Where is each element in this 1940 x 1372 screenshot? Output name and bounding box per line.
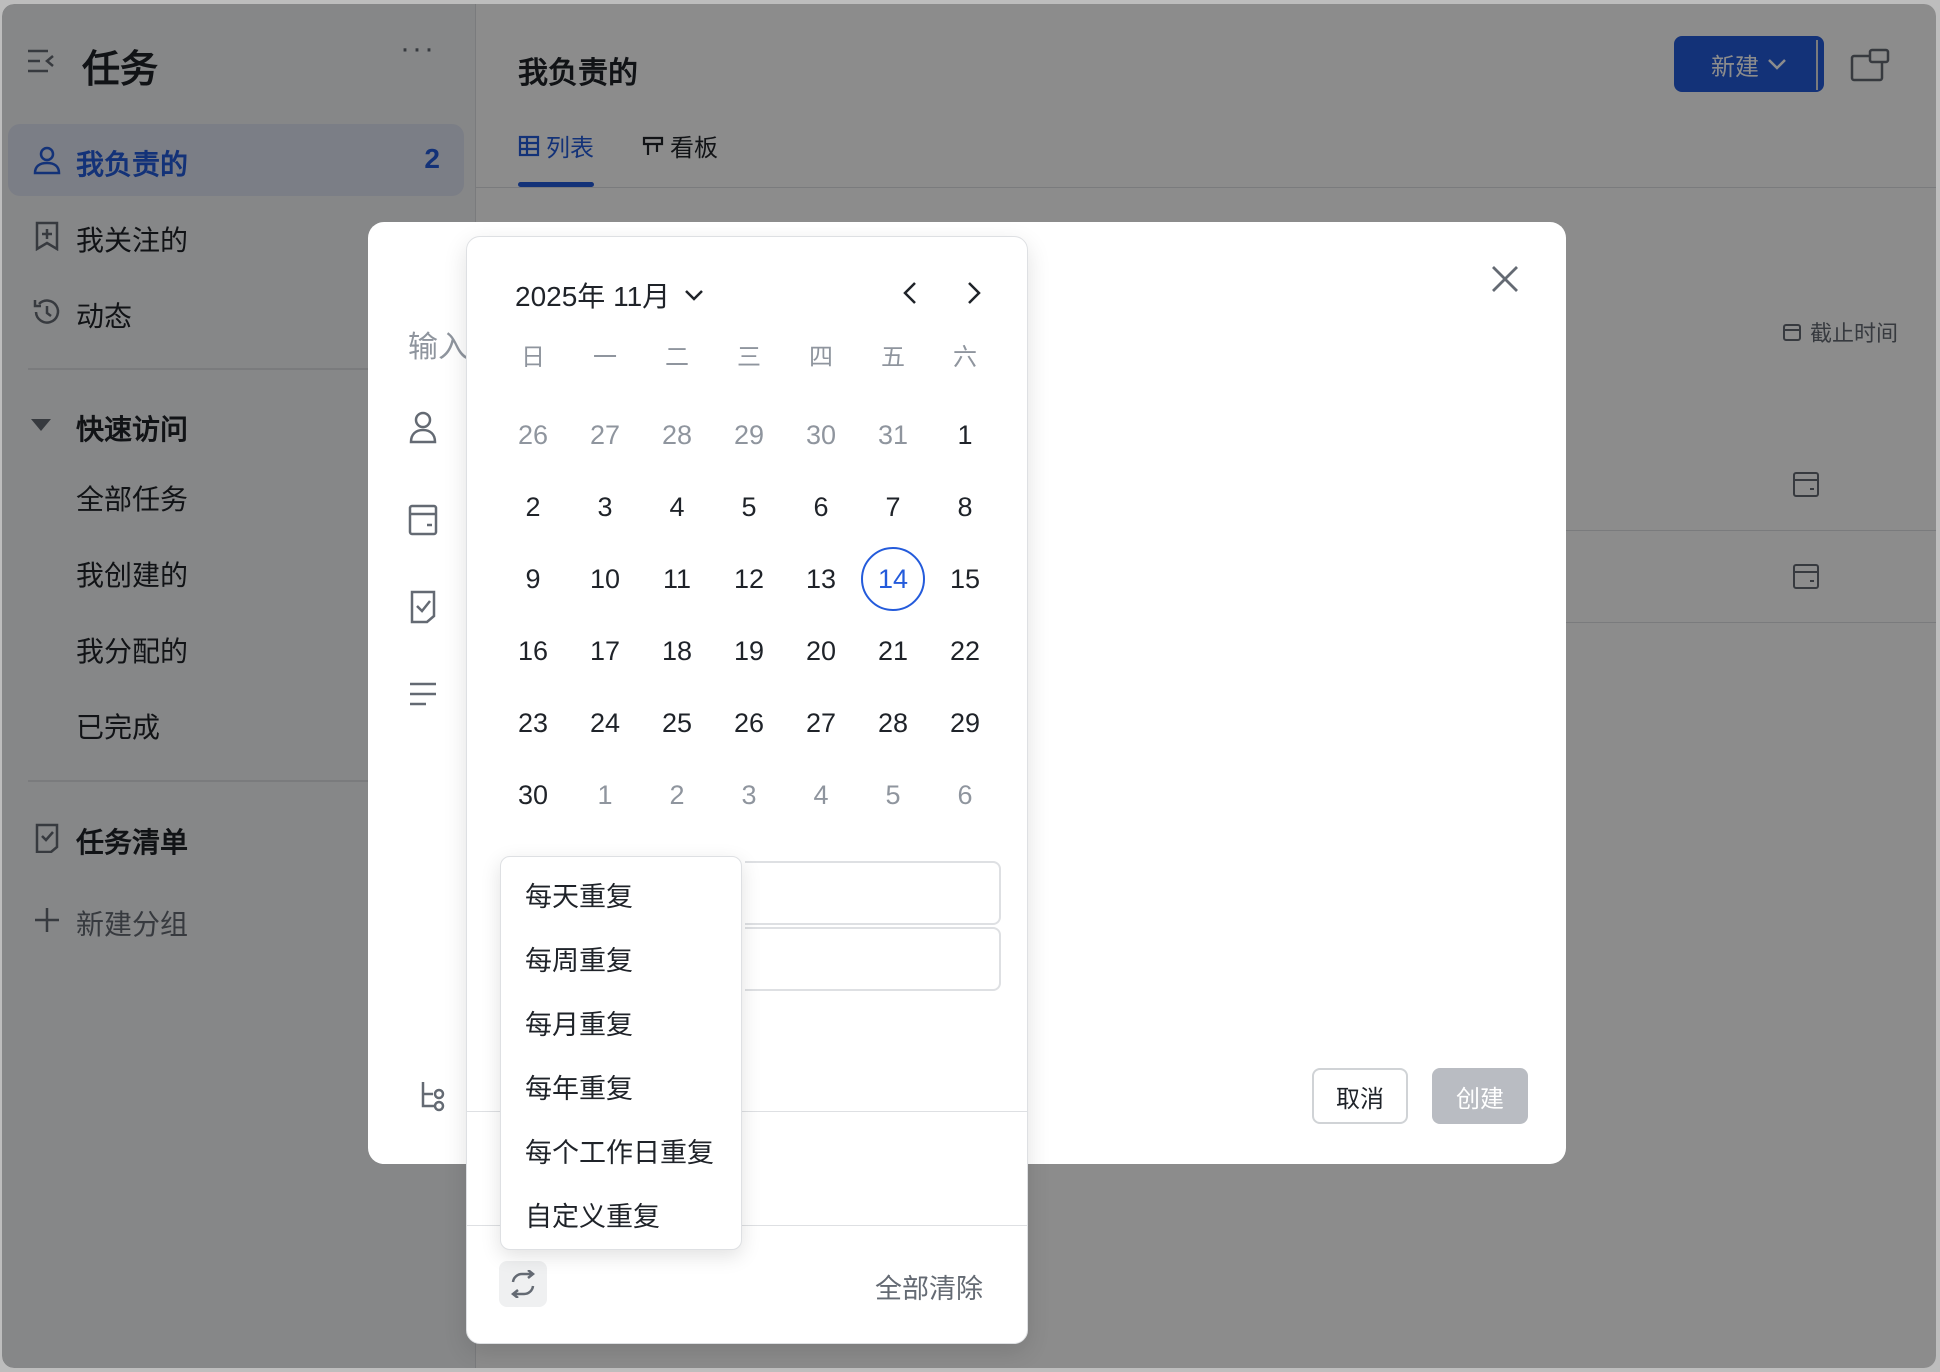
calendar-day[interactable]: 31 — [861, 403, 925, 467]
calendar-day[interactable]: 1 — [573, 763, 637, 827]
time-input-field[interactable] — [745, 927, 1001, 991]
calendar-day[interactable]: 27 — [789, 691, 853, 755]
cancel-button[interactable]: 取消 — [1312, 1068, 1408, 1124]
calendar-day[interactable]: 25 — [645, 691, 709, 755]
calendar-day[interactable]: 18 — [645, 619, 709, 683]
weekday-label: 二 — [665, 344, 689, 371]
menu-item-repeat-weekdays[interactable]: 每个工作日重复 — [525, 1131, 714, 1170]
calendar-day[interactable]: 22 — [933, 619, 997, 683]
calendar-day[interactable]: 2 — [645, 763, 709, 827]
menu-item-repeat-weekly[interactable]: 每周重复 — [525, 939, 633, 978]
calendar-day[interactable]: 5 — [861, 763, 925, 827]
calendar-day[interactable]: 6 — [933, 763, 997, 827]
calendar-day[interactable]: 5 — [717, 475, 781, 539]
calendar-day[interactable]: 27 — [573, 403, 637, 467]
calendar-day[interactable]: 30 — [501, 763, 565, 827]
calendar-day[interactable]: 26 — [717, 691, 781, 755]
calendar-day[interactable]: 10 — [573, 547, 637, 611]
calendar-day[interactable]: 3 — [717, 763, 781, 827]
weekday-label: 三 — [737, 344, 761, 371]
calendar-day[interactable]: 16 — [501, 619, 565, 683]
calendar-day[interactable]: 29 — [933, 691, 997, 755]
task-list-icon[interactable] — [408, 590, 438, 624]
next-month-button[interactable] — [961, 277, 985, 309]
previous-month-button[interactable] — [899, 277, 923, 309]
calendar-day-today[interactable]: 14 — [861, 547, 925, 611]
close-icon[interactable] — [1488, 262, 1522, 296]
calendar-day[interactable]: 17 — [573, 619, 637, 683]
calendar-day[interactable]: 11 — [645, 547, 709, 611]
subtask-icon[interactable] — [418, 1078, 448, 1112]
task-title-input[interactable]: 输入 — [408, 322, 468, 366]
chevron-left-icon — [903, 282, 916, 304]
repeat-options-menu: 每天重复 每周重复 每月重复 每年重复 每个工作日重复 自定义重复 — [500, 856, 742, 1250]
menu-item-repeat-yearly[interactable]: 每年重复 — [525, 1067, 633, 1106]
chevron-right-icon — [968, 282, 981, 304]
weekday-label: 日 — [521, 344, 545, 371]
calendar-day[interactable]: 23 — [501, 691, 565, 755]
calendar-day[interactable]: 26 — [501, 403, 565, 467]
calendar-day[interactable]: 9 — [501, 547, 565, 611]
chevron-down-icon — [684, 288, 704, 302]
menu-item-repeat-custom[interactable]: 自定义重复 — [525, 1195, 660, 1234]
calendar-day[interactable]: 28 — [645, 403, 709, 467]
weekday-label: 五 — [881, 344, 905, 371]
calendar-day[interactable]: 24 — [573, 691, 637, 755]
weekday-label: 一 — [593, 344, 617, 371]
description-icon[interactable] — [408, 678, 438, 712]
create-button[interactable]: 创建 — [1432, 1068, 1528, 1124]
menu-item-repeat-daily[interactable]: 每天重复 — [525, 875, 633, 914]
calendar-day[interactable]: 8 — [933, 475, 997, 539]
calendar-day[interactable]: 30 — [789, 403, 853, 467]
calendar-day[interactable]: 4 — [645, 475, 709, 539]
due-date-icon[interactable] — [408, 502, 438, 536]
repeat-icon — [507, 1270, 539, 1298]
calendar-day[interactable]: 3 — [573, 475, 637, 539]
weekday-label: 四 — [809, 344, 833, 371]
date-input-field[interactable] — [745, 861, 1001, 925]
calendar-day[interactable]: 2 — [501, 475, 565, 539]
calendar-day[interactable]: 28 — [861, 691, 925, 755]
assignee-icon[interactable] — [408, 410, 438, 444]
clear-all-button[interactable]: 全部清除 — [875, 1267, 983, 1306]
weekday-label: 六 — [953, 344, 977, 371]
calendar-day[interactable]: 13 — [789, 547, 853, 611]
calendar-day[interactable]: 7 — [861, 475, 925, 539]
calendar-day[interactable]: 21 — [861, 619, 925, 683]
app-window: 任务 ··· 我负责的 2 我关注的 动态 快速访问 全部任务 我创建的 我分配… — [2, 4, 1936, 1368]
month-label: 2025年 11月 — [515, 281, 671, 312]
calendar-day[interactable]: 20 — [789, 619, 853, 683]
calendar-day[interactable]: 12 — [717, 547, 781, 611]
month-selector[interactable]: 2025年 11月 — [515, 275, 704, 315]
calendar-day[interactable]: 19 — [717, 619, 781, 683]
calendar-day[interactable]: 29 — [717, 403, 781, 467]
calendar-day[interactable]: 4 — [789, 763, 853, 827]
calendar-day[interactable]: 15 — [933, 547, 997, 611]
calendar-day[interactable]: 1 — [933, 403, 997, 467]
calendar-day[interactable]: 6 — [789, 475, 853, 539]
menu-item-repeat-monthly[interactable]: 每月重复 — [525, 1003, 633, 1042]
repeat-button[interactable] — [499, 1261, 547, 1307]
